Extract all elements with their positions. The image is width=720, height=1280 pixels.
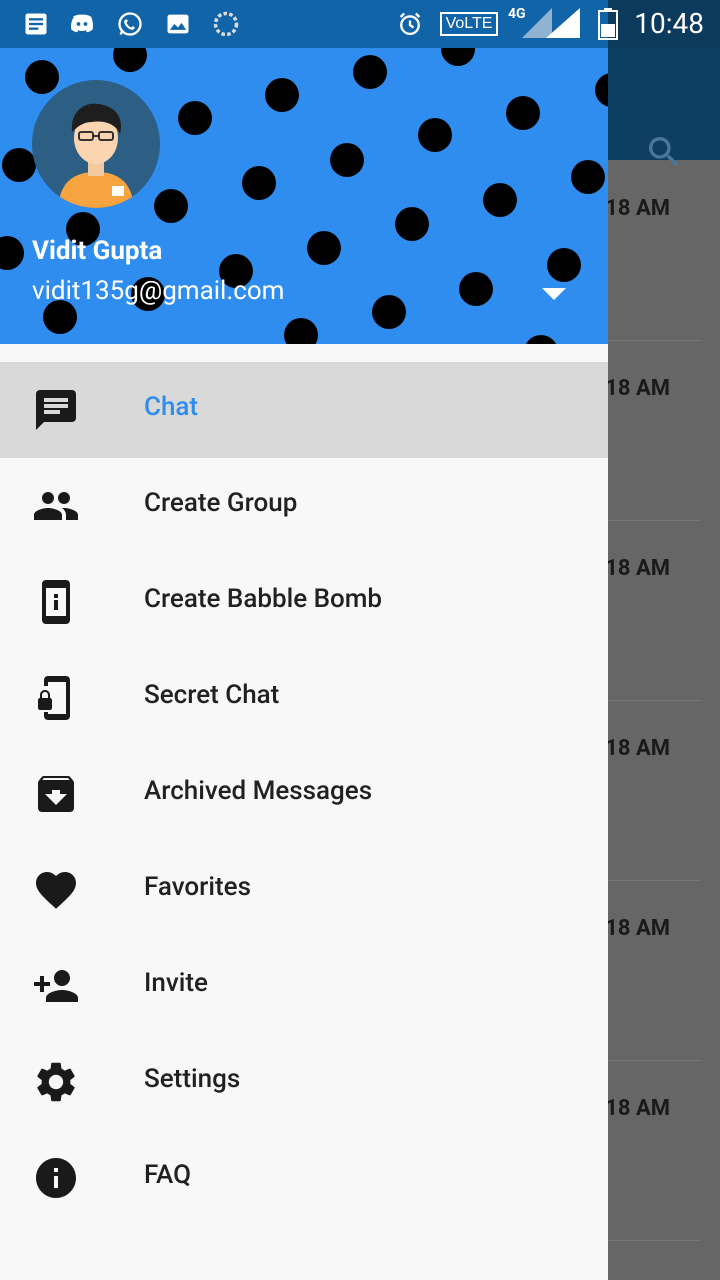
discord-icon bbox=[71, 14, 93, 33]
chat-icon bbox=[36, 390, 76, 430]
alarm-icon bbox=[399, 12, 421, 36]
menu-item-chat[interactable]: Chat bbox=[0, 362, 608, 458]
notes-icon bbox=[25, 13, 47, 35]
menu-label: Chat bbox=[144, 392, 199, 422]
decoration-dot bbox=[307, 231, 341, 265]
menu-item-invite[interactable]: Invite bbox=[0, 938, 608, 1034]
group-icon bbox=[34, 492, 78, 520]
user-avatar-icon bbox=[32, 80, 160, 208]
menu-label: Settings bbox=[144, 1064, 241, 1094]
navigation-drawer: Vidit Gupta vidit135g@gmail.com Chat Cre… bbox=[0, 0, 608, 1280]
person-add-icon bbox=[34, 970, 78, 1002]
decoration-dot bbox=[353, 55, 387, 89]
decoration-dot bbox=[25, 60, 59, 94]
gear-icon bbox=[37, 1062, 75, 1102]
menu-item-secret-chat[interactable]: Secret Chat bbox=[0, 650, 608, 746]
menu-label: Invite bbox=[144, 968, 208, 998]
decoration-dot bbox=[284, 318, 318, 344]
drawer-menu: Chat Create Group Create Babble Bomb Sec… bbox=[0, 362, 608, 1226]
decoration-dot bbox=[242, 166, 276, 200]
gallery-icon bbox=[167, 14, 189, 34]
user-name: Vidit Gupta bbox=[32, 236, 163, 266]
avatar[interactable] bbox=[32, 80, 160, 208]
decoration-dot bbox=[0, 236, 24, 270]
list-item[interactable]: 5:18 AM bbox=[586, 160, 700, 341]
decoration-dot bbox=[506, 96, 540, 130]
decoration-dot bbox=[178, 101, 212, 135]
signal-icon bbox=[522, 8, 580, 38]
decoration-dot bbox=[330, 143, 364, 177]
archive-icon bbox=[38, 776, 74, 812]
menu-label: Archived Messages bbox=[144, 776, 373, 806]
drawer-header: Vidit Gupta vidit135g@gmail.com bbox=[0, 0, 608, 344]
menu-label: Create Babble Bomb bbox=[144, 584, 383, 614]
heart-icon bbox=[36, 872, 76, 909]
list-item[interactable]: 5:18 AM bbox=[586, 1060, 700, 1241]
decoration-dot bbox=[418, 118, 452, 152]
phone-info-icon bbox=[42, 580, 70, 624]
list-item[interactable]: 5:18 AM bbox=[586, 880, 700, 1061]
decoration-dot bbox=[265, 78, 299, 112]
menu-item-archived-messages[interactable]: Archived Messages bbox=[0, 746, 608, 842]
list-item[interactable]: 5:18 AM bbox=[586, 700, 700, 881]
decoration-dot bbox=[571, 160, 605, 194]
list-item[interactable]: 5:18 AM bbox=[586, 340, 700, 521]
menu-label: Favorites bbox=[144, 872, 251, 902]
whatsapp-icon bbox=[118, 12, 142, 36]
decoration-dot bbox=[154, 189, 188, 223]
menu-item-create-group[interactable]: Create Group bbox=[0, 458, 608, 554]
menu-item-settings[interactable]: Settings bbox=[0, 1034, 608, 1130]
user-email: vidit135g@gmail.com bbox=[32, 276, 285, 306]
decoration-dot bbox=[459, 272, 493, 306]
decoration-dot bbox=[547, 248, 581, 282]
menu-item-favorites[interactable]: Favorites bbox=[0, 842, 608, 938]
status-bar: VoLTE 4G 10:48 bbox=[0, 0, 720, 48]
menu-item-create-babble-bomb[interactable]: Create Babble Bomb bbox=[0, 554, 608, 650]
status-time: 10:48 bbox=[634, 7, 704, 40]
decoration-dot bbox=[483, 183, 517, 217]
volte-icon: VoLTE bbox=[440, 12, 498, 36]
menu-item-faq[interactable]: FAQ bbox=[0, 1130, 608, 1226]
list-item[interactable]: 5:18 AM bbox=[586, 520, 700, 701]
decoration-dot bbox=[2, 148, 36, 182]
info-icon bbox=[36, 1158, 76, 1198]
decoration-dot bbox=[524, 335, 558, 344]
menu-label: FAQ bbox=[144, 1160, 192, 1190]
battery-icon bbox=[598, 8, 618, 40]
decoration-dot bbox=[395, 207, 429, 241]
chevron-down-icon[interactable] bbox=[540, 284, 568, 304]
decoration-dot bbox=[595, 73, 608, 107]
decoration-dot bbox=[372, 295, 406, 329]
menu-label: Create Group bbox=[144, 488, 298, 518]
menu-label: Secret Chat bbox=[144, 680, 280, 710]
phone-lock-icon bbox=[38, 676, 70, 720]
loading-icon bbox=[213, 11, 239, 37]
